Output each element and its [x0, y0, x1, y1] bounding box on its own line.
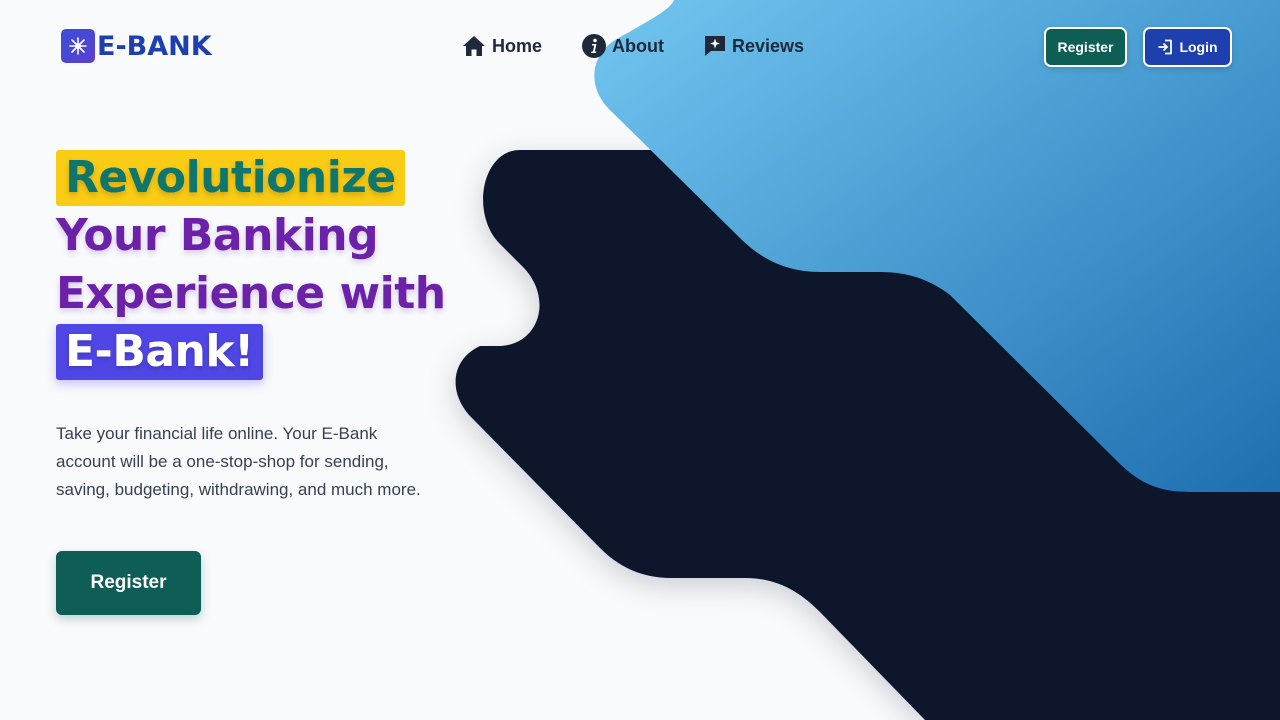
- info-icon: [582, 34, 607, 58]
- headline-line-3: Experience with: [56, 268, 446, 319]
- brand-logo[interactable]: E-BANK: [61, 29, 212, 63]
- hero-register-button[interactable]: Register: [56, 551, 201, 615]
- home-icon: [462, 35, 486, 57]
- nav-item-reviews[interactable]: Reviews: [704, 31, 804, 61]
- nav-item-label: Reviews: [732, 35, 805, 56]
- headline-highlight-yellow: Revolutionize: [56, 150, 405, 206]
- nav-item-home[interactable]: Home: [462, 31, 542, 61]
- nav-item-label: Home: [492, 35, 543, 56]
- headline-highlight-indigo: E-Bank!: [56, 324, 263, 380]
- sparkle-chat-icon: [704, 35, 726, 57]
- hero-register-label: Register: [90, 572, 167, 593]
- header-register-label: Register: [1057, 39, 1114, 55]
- hero-headline: Revolutionize Your Banking Experience wi…: [56, 149, 476, 381]
- hero-section: Revolutionize Your Banking Experience wi…: [56, 149, 476, 381]
- header-login-button[interactable]: Login: [1143, 27, 1232, 67]
- brand-name: E-BANK: [97, 30, 212, 62]
- header-login-label: Login: [1179, 39, 1218, 55]
- headline-line-2: Your Banking: [56, 210, 379, 261]
- starburst-icon: [61, 29, 95, 63]
- nav-item-label: About: [612, 35, 664, 56]
- hero-description: Take your financial life online. Your E-…: [56, 424, 421, 499]
- header-register-button[interactable]: Register: [1044, 27, 1127, 67]
- main-nav: Home About Reviews: [462, 31, 804, 61]
- login-arrow-icon: [1157, 39, 1173, 55]
- nav-item-about[interactable]: About: [582, 31, 664, 61]
